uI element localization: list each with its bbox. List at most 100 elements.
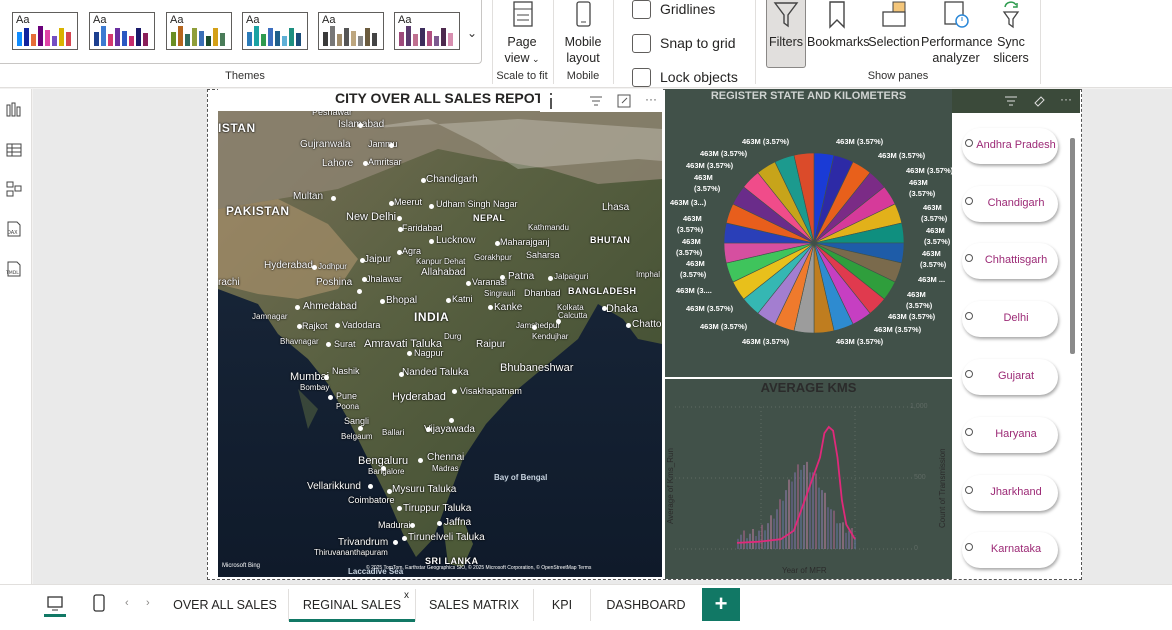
city-marker[interactable] — [328, 395, 333, 400]
city-marker[interactable] — [556, 319, 561, 324]
theme-swatch[interactable]: Aa — [12, 12, 78, 50]
city-marker[interactable] — [398, 227, 403, 232]
city-marker[interactable] — [410, 523, 415, 528]
radio-button[interactable] — [965, 197, 973, 205]
count-bar[interactable] — [824, 492, 826, 549]
more-options-icon[interactable]: ··· — [645, 92, 657, 106]
city-marker[interactable] — [358, 123, 363, 128]
count-bar[interactable] — [815, 473, 817, 549]
checkbox-box[interactable] — [632, 67, 651, 87]
city-marker[interactable] — [488, 305, 493, 310]
table-view-icon[interactable] — [5, 141, 23, 159]
slicer-item[interactable]: Chhattisgarh — [962, 243, 1058, 279]
radio-button[interactable] — [965, 543, 973, 551]
city-marker[interactable] — [397, 250, 402, 255]
checkbox-box[interactable] — [632, 33, 651, 53]
city-marker[interactable] — [331, 196, 336, 201]
count-bar[interactable] — [833, 510, 835, 549]
count-bar[interactable] — [794, 472, 796, 549]
theme-swatch[interactable]: Aa — [318, 12, 384, 50]
count-bar[interactable] — [842, 522, 844, 549]
count-bar[interactable] — [758, 530, 760, 549]
bookmarks-button[interactable]: Bookmarks — [807, 0, 870, 50]
radio-button[interactable] — [965, 486, 973, 494]
city-marker[interactable] — [358, 426, 363, 431]
slicer-item[interactable]: Delhi — [962, 301, 1058, 337]
filter-icon[interactable] — [1004, 95, 1018, 107]
city-marker[interactable] — [363, 161, 368, 166]
radio-button[interactable] — [965, 254, 973, 262]
focus-mode-icon[interactable] — [617, 94, 631, 108]
sync-slicers-button[interactable]: Sync slicers — [992, 0, 1030, 66]
close-tab-icon[interactable]: x — [404, 590, 409, 601]
gridlines-checkbox[interactable]: Gridlines — [632, 0, 715, 20]
count-bar[interactable] — [785, 490, 787, 549]
radio-button[interactable] — [965, 370, 973, 378]
count-bar[interactable] — [767, 523, 769, 549]
count-bar[interactable] — [788, 479, 790, 549]
count-bar[interactable] — [839, 523, 841, 549]
city-marker[interactable] — [295, 305, 300, 310]
radio-button[interactable] — [965, 312, 973, 320]
city-marker[interactable] — [421, 178, 426, 183]
count-bar[interactable] — [845, 532, 847, 549]
slicer-item[interactable]: Andhra Pradesh — [962, 128, 1058, 164]
city-marker[interactable] — [446, 298, 451, 303]
city-marker[interactable] — [452, 389, 457, 394]
count-bar[interactable] — [821, 490, 823, 549]
more-options-icon[interactable]: ··· — [1060, 92, 1072, 106]
desktop-layout-icon[interactable] — [46, 595, 64, 613]
radio-button[interactable] — [965, 139, 973, 147]
city-marker[interactable] — [602, 306, 607, 311]
city-marker[interactable] — [418, 458, 423, 463]
tab-reginal-sales[interactable]: REGINAL SALES — [289, 588, 415, 622]
city-marker[interactable] — [387, 489, 392, 494]
city-marker[interactable] — [532, 325, 537, 330]
city-marker[interactable] — [426, 427, 431, 432]
info-icon[interactable] — [546, 92, 556, 110]
city-marker[interactable] — [393, 540, 398, 545]
city-marker[interactable] — [360, 258, 365, 263]
count-bar[interactable] — [782, 500, 784, 549]
count-bar[interactable] — [779, 499, 781, 549]
slicer-item[interactable]: Chandigarh — [962, 186, 1058, 222]
city-marker[interactable] — [357, 289, 362, 294]
count-bar[interactable] — [812, 472, 814, 549]
city-marker[interactable] — [466, 281, 471, 286]
city-marker[interactable] — [380, 299, 385, 304]
count-bar[interactable] — [797, 464, 799, 549]
tab-scroll-right-icon[interactable]: › — [146, 597, 150, 609]
tab-kpi[interactable]: KPI — [540, 588, 584, 622]
model-view-icon[interactable] — [5, 180, 23, 198]
city-marker[interactable] — [324, 375, 329, 380]
dax-query-icon[interactable]: DAX — [5, 220, 23, 238]
city-marker[interactable] — [368, 484, 373, 489]
map-visual[interactable]: ISTAN PAKISTAN NEPAL BHUTAN BANGLADESH I… — [218, 89, 662, 577]
city-marker[interactable] — [495, 241, 500, 246]
count-bar[interactable] — [791, 481, 793, 549]
report-view-icon[interactable] — [5, 101, 23, 119]
slicer-scrollbar[interactable] — [1070, 138, 1075, 354]
theme-swatch[interactable]: Aa — [166, 12, 232, 50]
filters-button[interactable]: Filters — [766, 0, 806, 50]
city-marker[interactable] — [437, 521, 442, 526]
city-marker[interactable] — [312, 265, 317, 270]
slicer-item[interactable]: Jharkhand — [962, 475, 1058, 511]
selection-button[interactable]: Selection — [868, 0, 920, 50]
count-bar[interactable] — [746, 538, 748, 549]
city-marker[interactable] — [389, 201, 394, 206]
theme-swatch[interactable]: Aa — [242, 12, 308, 50]
city-marker[interactable] — [626, 323, 631, 328]
lock-checkbox[interactable]: Lock objects — [632, 66, 738, 88]
count-bar[interactable] — [806, 461, 808, 549]
city-marker[interactable] — [429, 204, 434, 209]
tab-sales-matrix[interactable]: SALES MATRIX — [420, 588, 528, 622]
count-bar[interactable] — [848, 530, 850, 549]
slicer-item[interactable]: Haryana — [962, 417, 1058, 453]
count-bar[interactable] — [773, 518, 775, 549]
checkbox-box[interactable] — [632, 0, 651, 19]
city-marker[interactable] — [362, 277, 367, 282]
count-bar[interactable] — [743, 530, 745, 549]
line-visual[interactable] — [665, 379, 952, 579]
theme-swatch[interactable]: Aa — [394, 12, 460, 50]
